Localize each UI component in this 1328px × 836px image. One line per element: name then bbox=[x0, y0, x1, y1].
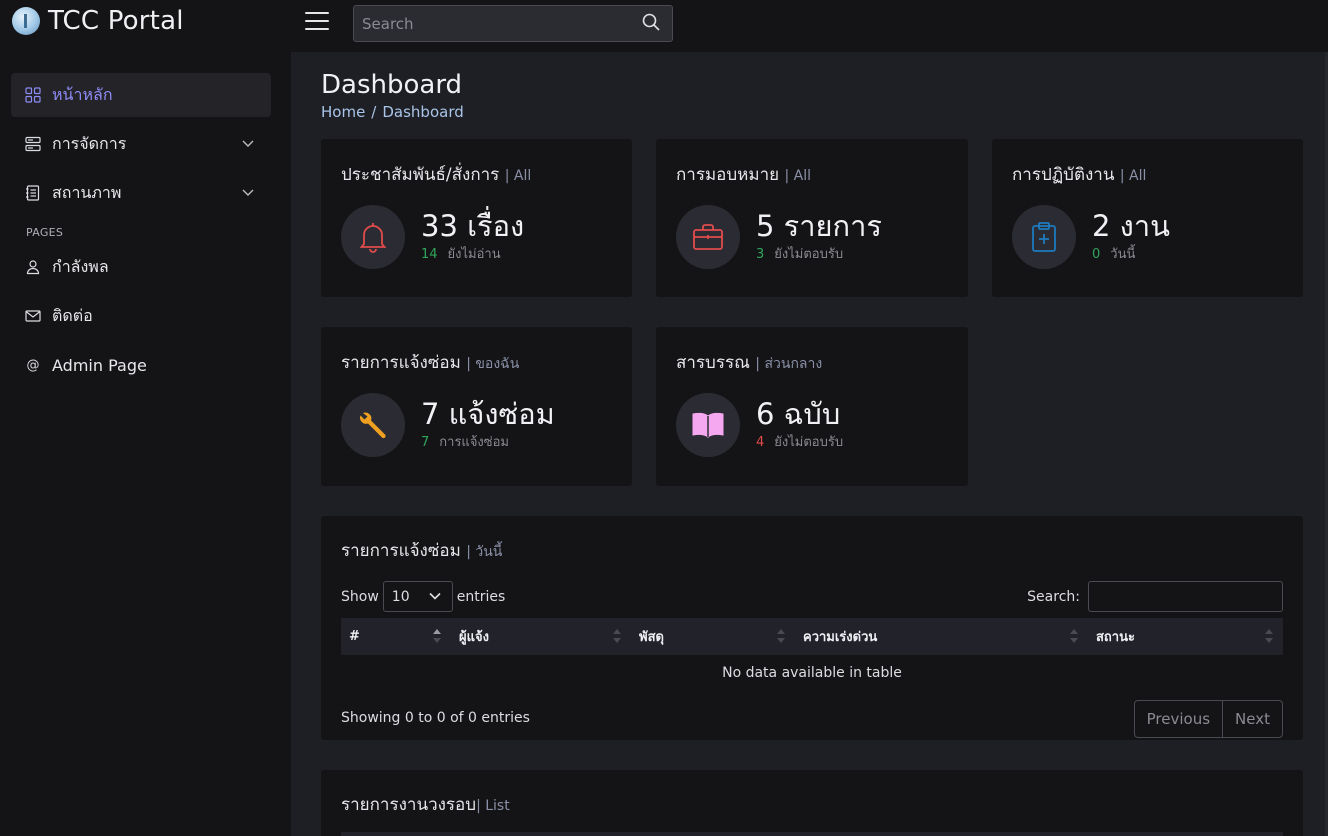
breadcrumb-current: Dashboard bbox=[382, 103, 464, 121]
page-title: Dashboard bbox=[321, 70, 463, 100]
sidebar: หน้าหลัก การจัดการ สถานภาพ PAGES กำลังพล… bbox=[0, 52, 291, 836]
column-header-status[interactable]: สถานะ bbox=[1088, 618, 1283, 655]
sort-icon bbox=[1070, 628, 1078, 648]
table-search-label: Search: bbox=[1027, 588, 1080, 605]
clipboard-plus-icon bbox=[1012, 205, 1076, 269]
chevron-down-icon bbox=[241, 136, 255, 155]
card-title: ประชาสัมพันธ์/สั่งการ | All bbox=[341, 165, 532, 185]
person-icon bbox=[25, 259, 41, 275]
menu-toggle-icon[interactable] bbox=[305, 12, 329, 32]
sidebar-item-status[interactable]: สถานภาพ bbox=[11, 171, 271, 215]
app-title: TCC Portal bbox=[48, 6, 184, 36]
sidebar-item-label: Admin Page bbox=[52, 355, 147, 375]
sort-icon bbox=[433, 628, 441, 648]
book-icon bbox=[676, 393, 740, 457]
bell-icon bbox=[341, 205, 405, 269]
repairs-card[interactable]: รายการแจ้งซ่อม | ของฉัน 7 แจ้งซ่อม 7 การแ… bbox=[321, 327, 632, 486]
sidebar-item-personnel[interactable]: กำลังพล bbox=[11, 245, 271, 289]
at-icon: @ bbox=[26, 357, 40, 373]
search-bar bbox=[353, 5, 673, 42]
sidebar-item-label: สถานภาพ bbox=[52, 182, 122, 202]
documents-card[interactable]: สารบรรณ | ส่วนกลาง 6 ฉบับ 4 ยังไม่ตอบรับ bbox=[656, 327, 968, 486]
card-footer: 4 ยังไม่ตอบรับ bbox=[756, 435, 844, 450]
search-icon[interactable] bbox=[642, 13, 662, 33]
sidebar-item-contact[interactable]: ติดต่อ bbox=[11, 294, 271, 338]
announcements-card[interactable]: ประชาสัมพันธ์/สั่งการ | All 33 เรื่อง 14… bbox=[321, 139, 632, 297]
briefcase-icon bbox=[676, 205, 740, 269]
show-label: Show bbox=[341, 588, 379, 605]
table-header: # ผู้แจ้ง พัสดุ ความเร่งด่วน สถานะ bbox=[341, 618, 1283, 655]
card-title: รายการแจ้งซ่อม | ของฉัน bbox=[341, 353, 520, 373]
brand-logo bbox=[12, 7, 40, 35]
card-footer: 0 วันนี้ bbox=[1092, 247, 1136, 262]
journal-icon bbox=[25, 185, 41, 201]
entries-label: entries bbox=[456, 588, 506, 605]
card-title: สารบรรณ | ส่วนกลาง bbox=[676, 353, 823, 373]
sort-icon bbox=[777, 628, 785, 648]
card-footer: 7 การแจ้งซ่อม bbox=[421, 435, 509, 450]
sidebar-item-label: กำลังพล bbox=[52, 256, 109, 276]
server-icon bbox=[25, 136, 41, 152]
column-header-urgency[interactable]: ความเร่งด่วน bbox=[795, 618, 1088, 655]
operations-card[interactable]: การปฏิบัติงาน | All 2 งาน 0 วันนี้ bbox=[992, 139, 1303, 297]
table-search: Search: bbox=[1027, 581, 1283, 612]
sidebar-item-label: หน้าหลัก bbox=[52, 84, 113, 104]
sort-icon bbox=[1265, 628, 1273, 648]
card-footer: 3 ยังไม่ตอบรับ bbox=[756, 247, 844, 262]
top-header: TCC Portal bbox=[0, 0, 1328, 52]
table-header bbox=[341, 832, 1283, 836]
pagination: Previous Next bbox=[1133, 700, 1283, 738]
entries-length-control: Show 10 entries bbox=[341, 581, 505, 612]
grid-icon bbox=[25, 87, 41, 103]
card-title: การปฏิบัติงาน | All bbox=[1012, 165, 1147, 185]
sidebar-item-management[interactable]: การจัดการ bbox=[11, 122, 271, 166]
chevron-down-icon bbox=[428, 589, 442, 607]
repair-requests-table-card: รายการแจ้งซ่อม | วันนี้ Show 10 entries … bbox=[321, 516, 1303, 740]
sidebar-item-label: การจัดการ bbox=[52, 133, 127, 153]
assignments-card[interactable]: การมอบหมาย | All 5 รายการ 3 ยังไม่ตอบรับ bbox=[656, 139, 968, 297]
search-input[interactable] bbox=[354, 6, 634, 41]
wrench-icon bbox=[341, 393, 405, 457]
column-header-item[interactable]: พัสดุ bbox=[631, 618, 795, 655]
chevron-down-icon bbox=[241, 185, 255, 204]
envelope-icon bbox=[25, 308, 41, 324]
card-title: การมอบหมาย | All bbox=[676, 165, 812, 185]
sort-icon bbox=[613, 628, 621, 648]
entries-length-select[interactable]: 10 bbox=[382, 581, 453, 612]
previous-page-button[interactable]: Previous bbox=[1135, 701, 1222, 737]
column-header-number[interactable]: # bbox=[341, 618, 451, 655]
breadcrumb-home[interactable]: Home bbox=[321, 103, 365, 121]
patrol-rounds-card: รายการงานวงรอบ| List bbox=[321, 770, 1303, 836]
sidebar-item-home[interactable]: หน้าหลัก bbox=[11, 73, 271, 117]
table-info: Showing 0 to 0 of 0 entries bbox=[341, 710, 530, 726]
card-footer: 14 ยังไม่อ่าน bbox=[421, 247, 501, 262]
card-title: รายการงานวงรอบ| List bbox=[341, 795, 510, 815]
sidebar-item-admin[interactable]: @ Admin Page bbox=[11, 343, 271, 387]
table-empty-message: No data available in table bbox=[722, 665, 902, 681]
sidebar-section-heading: PAGES bbox=[26, 226, 64, 239]
column-header-reporter[interactable]: ผู้แจ้ง bbox=[451, 618, 631, 655]
brand[interactable]: TCC Portal bbox=[12, 6, 184, 36]
next-page-button[interactable]: Next bbox=[1222, 701, 1282, 737]
table-title: รายการแจ้งซ่อม | วันนี้ bbox=[341, 541, 503, 561]
sidebar-item-label: ติดต่อ bbox=[52, 305, 93, 325]
breadcrumb: Home / Dashboard bbox=[321, 103, 464, 121]
table-search-input[interactable] bbox=[1088, 581, 1283, 612]
